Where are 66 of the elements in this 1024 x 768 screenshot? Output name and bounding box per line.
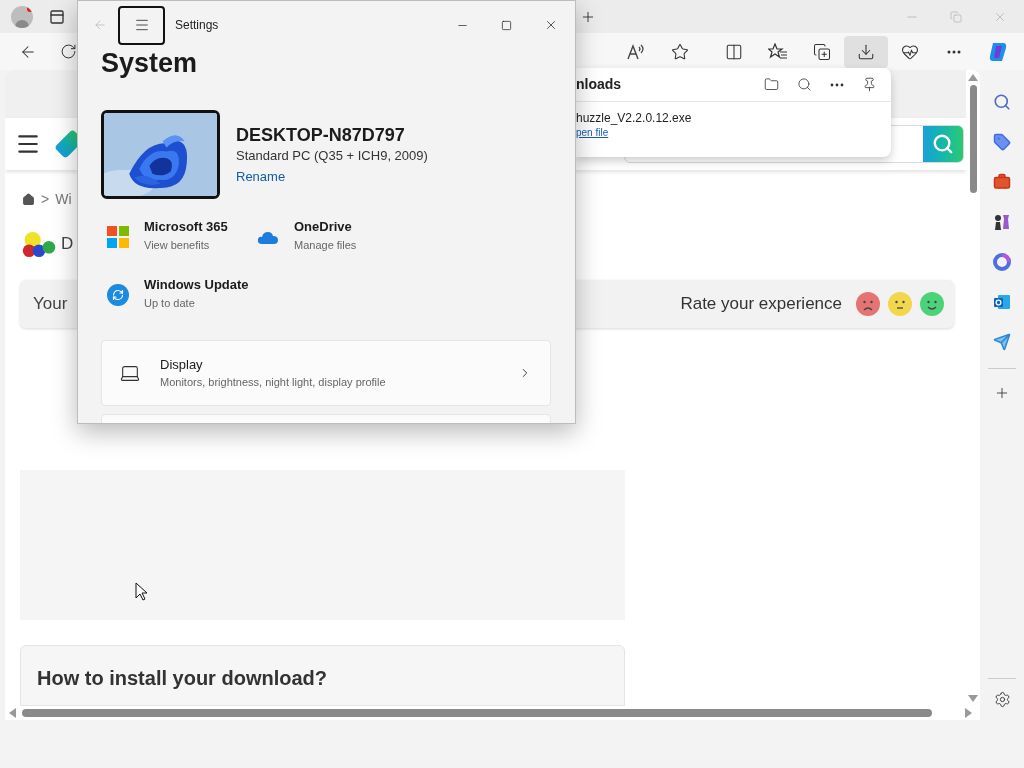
search-icon — [932, 133, 954, 155]
collections-icon — [813, 42, 831, 61]
four-squares-icon — [107, 226, 129, 248]
link-title: OneDrive — [294, 218, 353, 236]
mail-app-icon — [993, 293, 1011, 311]
search-icon[interactable] — [797, 77, 812, 92]
feedback-text: Your — [33, 293, 68, 316]
split-screen-icon — [725, 42, 743, 61]
card-heading: How to install your download? — [37, 667, 327, 689]
folder-icon[interactable] — [764, 77, 779, 92]
tab-actions-icon[interactable] — [49, 8, 65, 25]
pin-icon[interactable] — [862, 77, 877, 92]
link-title: Microsoft 365 — [144, 218, 228, 236]
tag-icon — [993, 133, 1011, 151]
rename-link[interactable]: Rename — [236, 168, 286, 186]
quick-link[interactable]: OneDrive Manage files — [257, 217, 437, 257]
link-subtitle: Up to date — [144, 296, 196, 311]
file-name[interactable]: huzzle_V2.2.0.12.exe — [576, 111, 891, 126]
more-icon[interactable] — [830, 82, 844, 87]
navigation-menu-button[interactable] — [118, 5, 165, 45]
toolbox-icon — [993, 173, 1011, 191]
chess-pieces-icon — [992, 213, 1012, 231]
cloud-icon — [257, 230, 279, 244]
maximize-icon[interactable] — [501, 19, 512, 31]
send-icon — [993, 333, 1011, 351]
star-icon — [671, 42, 689, 61]
profile-avatar[interactable] — [11, 5, 33, 28]
device-model: Standard PC (Q35 + ICH9, 2009) — [236, 147, 428, 165]
rating-prompt: Rate your experience — [680, 293, 842, 316]
copilot-logo-icon — [987, 40, 1009, 63]
link-subtitle: Manage files — [294, 238, 357, 253]
breadcrumb-link[interactable]: Wi — [55, 188, 72, 210]
app-logo-drawing — [21, 230, 57, 258]
more-icon — [947, 49, 961, 54]
downloads-button[interactable] — [844, 35, 888, 68]
favorites-icon — [768, 42, 788, 61]
neutral-face-icon[interactable] — [888, 292, 912, 316]
read-aloud-icon — [626, 42, 646, 61]
settings-card[interactable]: Display Monitors, brightness, night light, display profile — [101, 340, 551, 406]
breadcrumb-separator: > — [41, 189, 50, 209]
update-icon — [107, 284, 129, 306]
download-icon — [857, 42, 875, 61]
ring-logo-icon — [993, 253, 1011, 271]
sad-face-icon[interactable] — [856, 292, 880, 316]
home-icon[interactable] — [22, 192, 35, 206]
close-icon[interactable] — [544, 18, 558, 32]
quick-link[interactable]: Windows Update Up to date — [107, 275, 257, 315]
link-subtitle: View benefits — [144, 238, 211, 253]
happy-face-icon[interactable] — [920, 292, 944, 316]
heart-pulse-icon — [901, 42, 919, 61]
refresh-icon[interactable] — [60, 43, 77, 60]
mouse-cursor-icon — [135, 582, 148, 601]
panel-title: nloads — [576, 75, 622, 94]
settings-icon[interactable] — [993, 691, 1011, 708]
device-name: DESKTOP-N87D797 — [236, 124, 406, 147]
link-title: Windows Update — [144, 276, 249, 294]
window-title: Settings — [175, 17, 219, 34]
page-heading: System — [101, 47, 199, 80]
open-file-link[interactable]: pen file — [576, 126, 609, 139]
search-button[interactable] — [923, 126, 963, 162]
menu-icon — [133, 17, 150, 33]
card-subtitle: Monitors, brightness, night light, display profile — [160, 375, 386, 390]
search-icon — [993, 93, 1011, 111]
card-title: Display — [160, 356, 204, 374]
quick-link[interactable]: Microsoft 365 View benefits — [107, 217, 257, 257]
page-title: D — [61, 233, 74, 256]
